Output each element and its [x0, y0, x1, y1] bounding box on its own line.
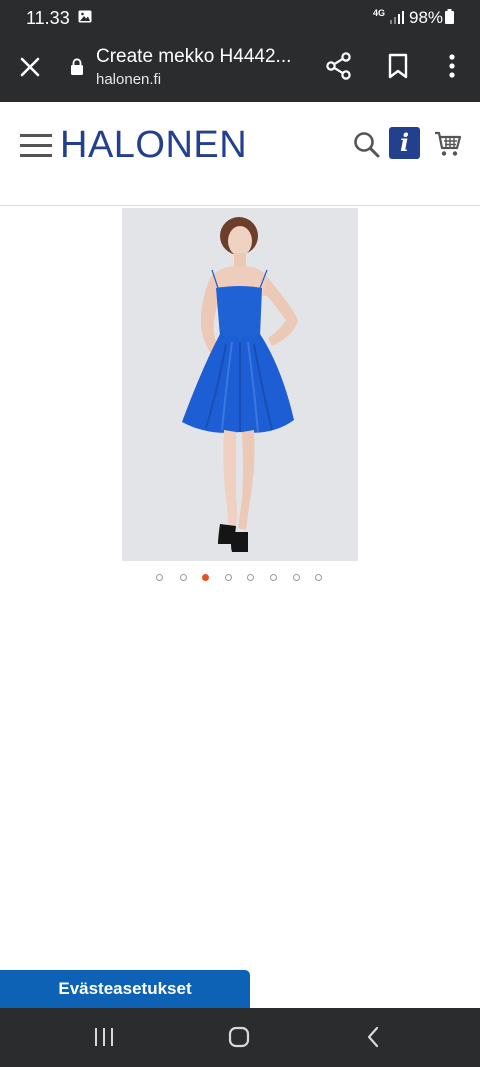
home-icon[interactable] — [228, 1026, 250, 1048]
carousel-dot-2[interactable] — [180, 574, 187, 581]
status-time: 11.33 — [26, 8, 70, 28]
url-text[interactable]: halonen.fi — [96, 71, 161, 88]
page-title[interactable]: Create mekko H4442... — [96, 46, 291, 68]
hamburger-menu-icon[interactable] — [20, 134, 52, 160]
carousel-dot-3-active[interactable] — [202, 574, 209, 581]
carousel-dot-7[interactable] — [293, 574, 300, 581]
bookmark-icon[interactable] — [387, 53, 409, 79]
network-type: 4G — [373, 8, 386, 18]
close-icon[interactable] — [18, 55, 42, 79]
carousel-dot-8[interactable] — [315, 574, 322, 581]
carousel-dot-1[interactable] — [156, 574, 163, 581]
info-icon[interactable]: i — [389, 127, 420, 159]
share-icon[interactable] — [326, 52, 352, 80]
signal-icon — [390, 11, 404, 24]
carousel-dot-5[interactable] — [247, 574, 254, 581]
browser-toolbar: Create mekko H4442... halonen.fi — [0, 36, 480, 102]
image-icon — [78, 10, 92, 23]
dress-photo — [122, 208, 358, 561]
cookie-settings-button[interactable]: Evästeasetukset — [0, 970, 250, 1008]
battery-icon — [445, 9, 454, 24]
back-icon[interactable] — [365, 1026, 381, 1048]
status-bar: 11.33 4G 98% — [0, 0, 480, 36]
system-nav-bar — [0, 1008, 480, 1067]
carousel-dot-6[interactable] — [270, 574, 277, 581]
more-vert-icon[interactable] — [444, 53, 460, 79]
recents-icon[interactable] — [93, 1027, 115, 1047]
carousel-indicators — [153, 574, 329, 584]
cart-icon[interactable] — [434, 130, 462, 158]
site-logo[interactable]: HALONEN — [60, 124, 247, 167]
product-image[interactable] — [122, 208, 358, 561]
battery-level: 98% — [409, 8, 444, 27]
lock-icon — [71, 58, 83, 75]
site-header: HALONEN i — [0, 102, 480, 206]
carousel-dot-4[interactable] — [225, 574, 232, 581]
search-icon[interactable] — [353, 131, 381, 159]
